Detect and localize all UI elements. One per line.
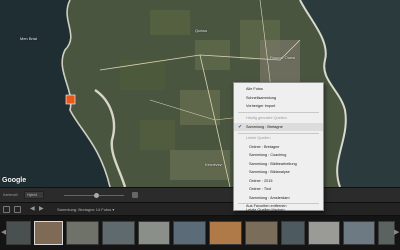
back-arrow-icon[interactable]: ◀ (30, 205, 35, 212)
lock-icon[interactable] (132, 192, 138, 198)
menu-item-recent-source[interactable]: Sammlung : Amsterdam (234, 194, 323, 203)
filmstrip-thumbnail[interactable] (308, 221, 340, 245)
menu-item-recent-source[interactable]: Sammlung : Bildanalyse (234, 168, 323, 177)
filmstrip-thumbnail[interactable] (378, 221, 395, 245)
zoom-slider-handle[interactable] (94, 192, 99, 198)
filmstrip-thumbnail[interactable] (102, 221, 135, 245)
menu-item-quick-collection[interactable]: Schnellsammlung (234, 94, 323, 103)
menu-item-recent-source[interactable]: Sammlung : Bildbearbeitung (234, 160, 323, 169)
menu-header-recent: Letzte Quellen (246, 136, 271, 140)
filmstrip-thumbnail[interactable] (209, 221, 242, 245)
source-context-menu: Alle Fotos Schnellsammlung Vorheriger Im… (233, 82, 324, 212)
checkmark-icon: ✔ (238, 123, 243, 130)
scroll-right-icon[interactable]: ▶ (394, 228, 399, 236)
forward-arrow-icon[interactable]: ▶ (39, 205, 44, 212)
place-label: Roscoff Ouest (270, 55, 296, 60)
menu-item-previous-import[interactable]: Vorheriger Import (234, 102, 323, 111)
menu-item-recent-source[interactable]: Ordner : Bretagne (234, 143, 323, 152)
map-toolbar: Kartenstil Hybrid (0, 187, 400, 202)
menu-item-recent-source[interactable]: Sammlung : Coaching (234, 151, 323, 160)
menu-header-favorites: Häufig genutzte Quellen (246, 116, 287, 120)
filmstrip-thumbnail[interactable] (281, 221, 305, 245)
lightroom-map-module: Men Brial Quéau Roscoff Ouest Kernévez Q… (0, 0, 400, 250)
filmstrip-thumbnail[interactable] (66, 221, 99, 245)
filmstrip-thumbnail[interactable] (138, 221, 170, 245)
place-label: Men Brial (20, 36, 37, 41)
map-style-select[interactable]: Hybrid (24, 191, 44, 199)
second-window-icon[interactable] (14, 206, 21, 213)
filmstrip: ◀ ▶ (0, 216, 400, 250)
menu-item-recent-source[interactable]: Ordner : Tirol (234, 185, 323, 194)
filmstrip-thumbnail[interactable] (343, 221, 375, 245)
filmstrip-thumbnail[interactable] (245, 221, 278, 245)
place-label: Kernévez (205, 162, 222, 167)
filmstrip-thumbnail[interactable] (34, 221, 63, 245)
menu-item-label: Sammlung : Bretagne (246, 124, 283, 129)
google-logo: Google (2, 177, 27, 184)
filmstrip-thumbnail[interactable] (6, 221, 31, 245)
place-label: Quéau (195, 28, 208, 33)
filmstrip-thumbnail[interactable] (173, 221, 206, 245)
filmstrip-header: ◀ ▶ Sammlung: Bretagne 14 Fotos ▾ (0, 202, 400, 216)
menu-separator (238, 112, 319, 113)
menu-item-checked-source[interactable]: ✔ Sammlung : Bretagne (234, 122, 323, 131)
map-style-label: Kartenstil (3, 193, 18, 197)
filmstrip-source-selector[interactable]: Sammlung: Bretagne 14 Fotos ▾ (57, 207, 114, 212)
menu-item-recent-source[interactable]: Ordner : 2015 (234, 177, 323, 186)
grid-icon[interactable] (3, 206, 10, 213)
menu-item-all-photos[interactable]: Alle Fotos (234, 85, 323, 94)
satellite-map[interactable]: Men Brial Quéau Roscoff Ouest Kernévez Q… (0, 0, 400, 187)
menu-item-clear-recent[interactable]: Letzte Quellen löschen (234, 208, 323, 212)
